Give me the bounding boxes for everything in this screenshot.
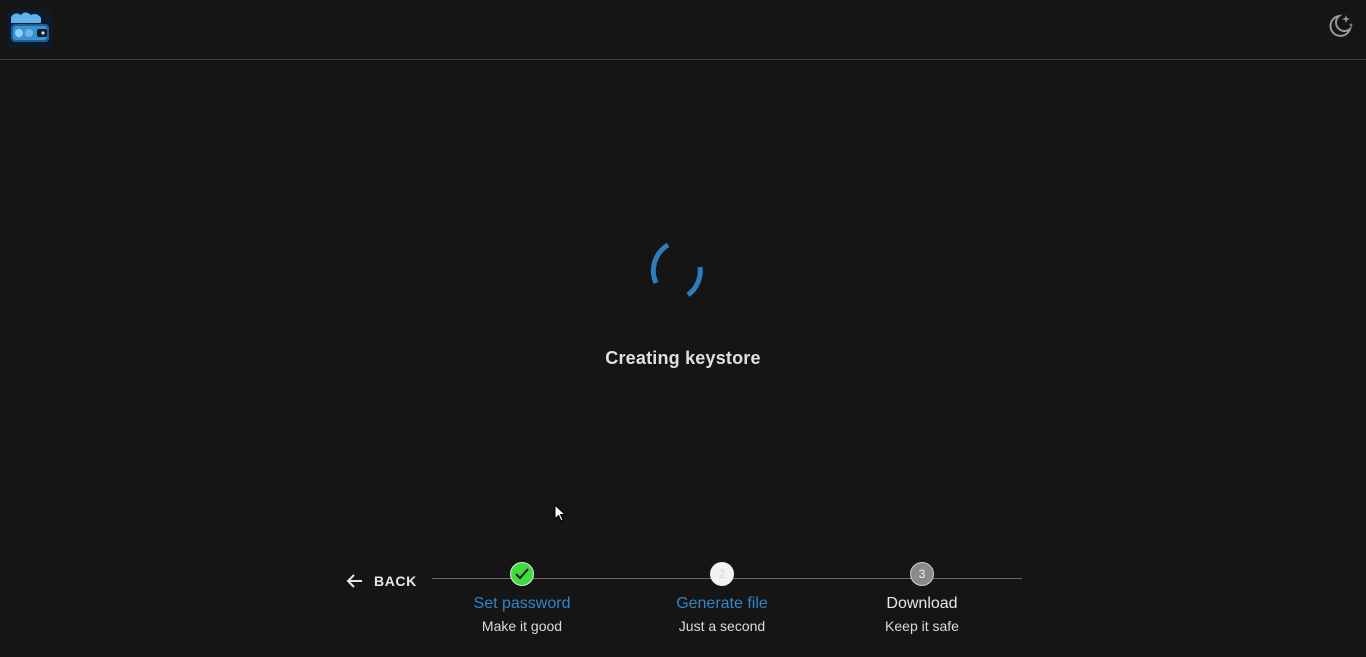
arrow-left-icon: [346, 574, 362, 588]
status-title: Creating keystore: [605, 348, 761, 368]
wallet-logo-icon[interactable]: [7, 9, 53, 48]
step-number-badge: 2: [710, 562, 734, 586]
step-number-badge: 3: [910, 562, 934, 586]
step-download: 3 Download Keep it safe: [842, 562, 1002, 634]
loading-spinner-icon: [648, 237, 718, 301]
step-subtitle: Keep it safe: [885, 618, 959, 634]
step-title: Set password: [473, 595, 571, 612]
check-icon: [510, 562, 534, 586]
moon-stars-icon[interactable]: [1326, 12, 1354, 40]
back-button-label: BACK: [374, 573, 417, 589]
step-subtitle: Just a second: [678, 618, 766, 634]
step-set-password: Set password Make it good: [442, 562, 602, 634]
back-button[interactable]: BACK: [344, 568, 422, 594]
top-bar: [0, 0, 1366, 60]
step-title: Download: [886, 595, 958, 612]
step-title: Generate file: [676, 595, 768, 612]
step-subtitle: Make it good: [481, 618, 563, 634]
mouse-cursor-icon: [554, 504, 567, 522]
step-generate-file: 2 Generate file Just a second: [642, 562, 802, 634]
